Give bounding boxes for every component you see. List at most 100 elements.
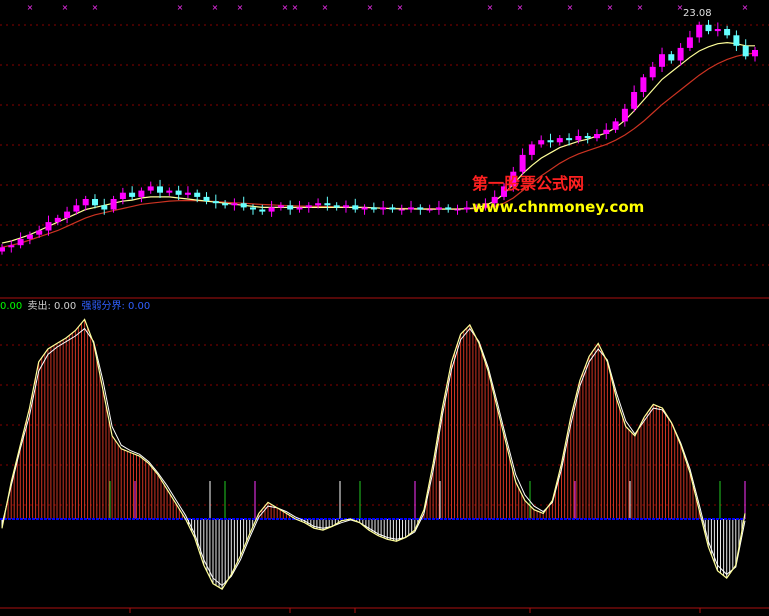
candle-body [408,207,414,210]
top-marker: × [567,3,574,12]
high-price-label: 23.08 [683,8,712,19]
watermark-chinese: 第一股票公式网 [472,174,585,193]
legend-sell: 卖出: 0.00 [27,301,77,312]
candle-body [752,50,758,57]
candle-body [705,24,712,32]
candle-body [361,207,368,210]
candle-body [594,134,600,139]
candle-body [696,24,703,38]
candle-body [463,207,470,210]
candle-body [129,192,136,197]
top-marker: × [607,3,614,12]
candle-body [36,230,43,235]
osc-line [1,318,746,591]
candle-body [240,203,247,208]
candle-body [277,205,284,208]
candle-body [166,190,173,193]
candle-body [538,140,545,145]
top-marker: × [292,3,299,12]
candle-body [528,144,535,155]
candle-body [138,190,145,197]
candle-body [575,136,582,141]
candle-body [668,54,675,61]
top-marker: × [397,3,404,12]
candle-body [101,205,108,210]
candle-body [724,29,731,36]
candle-body [426,209,433,211]
candle-body [222,203,229,206]
price-panel: × × × × × × × × × × × × × × × × × × [0,3,758,255]
candle-body [649,66,656,78]
candle-body [686,37,693,48]
candle-body [305,205,312,208]
candle-body [742,45,749,57]
candle-body [73,205,80,212]
candle-body [26,234,33,239]
candle-body [110,199,117,210]
candle-body [92,199,98,206]
candle-body [250,207,256,210]
candle-body [454,209,461,211]
candle-body [82,199,89,206]
candle-body [659,54,665,67]
candle-body [184,192,191,195]
candle-body [324,203,331,206]
top-marker: × [322,3,329,12]
candle-body [556,138,563,143]
indicator-panel [0,318,746,591]
candle-body [203,196,210,202]
candle-body [417,207,424,210]
candle-body [631,92,638,109]
candle-body [119,192,126,199]
top-marker: × [92,3,99,12]
candle-body [157,186,163,193]
candle-body [370,207,377,210]
top-marker: × [487,3,494,12]
candle-body [64,211,71,218]
candle-body [352,205,359,210]
candle-body [287,205,294,210]
top-marker: × [177,3,184,12]
candle-body [389,207,396,210]
candle-body [194,192,201,197]
candle-body [640,77,647,92]
legend-value: 0.00 [0,301,23,312]
candle-body [259,209,266,212]
top-marker: × [367,3,374,12]
candle-body [54,217,61,223]
candle-body [333,205,340,208]
candle-body [45,222,52,231]
top-marker: × [62,3,69,12]
top-marker: × [237,3,244,12]
top-marker: × [637,3,644,12]
candle-body [612,121,619,130]
candle-body [435,207,442,210]
candle-body [8,245,15,248]
candle-body [296,207,303,210]
top-marker: × [742,3,749,12]
candle-body [398,209,405,211]
candle-body [547,140,554,143]
top-marker: × [27,3,34,12]
candle-body [714,29,721,32]
candle-body [315,203,322,206]
candle-body [17,238,24,246]
candle-body [175,190,182,195]
candle-body [380,207,387,210]
candle-body [147,186,154,191]
candle-body [677,47,684,61]
candle-body [212,201,219,204]
indicator-legend: 0.00 卖出: 0.00 强弱分界: 0.00 [0,301,152,313]
top-marker: × [282,3,289,12]
watermark-url: www.chnmoney.com [472,198,645,216]
candle-body [621,108,628,122]
candle-body [733,35,740,46]
candle-body [0,247,5,252]
candle-body [584,136,591,139]
top-marker: × [212,3,219,12]
candle-body [343,205,349,208]
candle-body [268,207,275,212]
osc-signal-line [1,327,746,587]
candle-body [603,129,610,134]
candle-body [445,207,452,210]
